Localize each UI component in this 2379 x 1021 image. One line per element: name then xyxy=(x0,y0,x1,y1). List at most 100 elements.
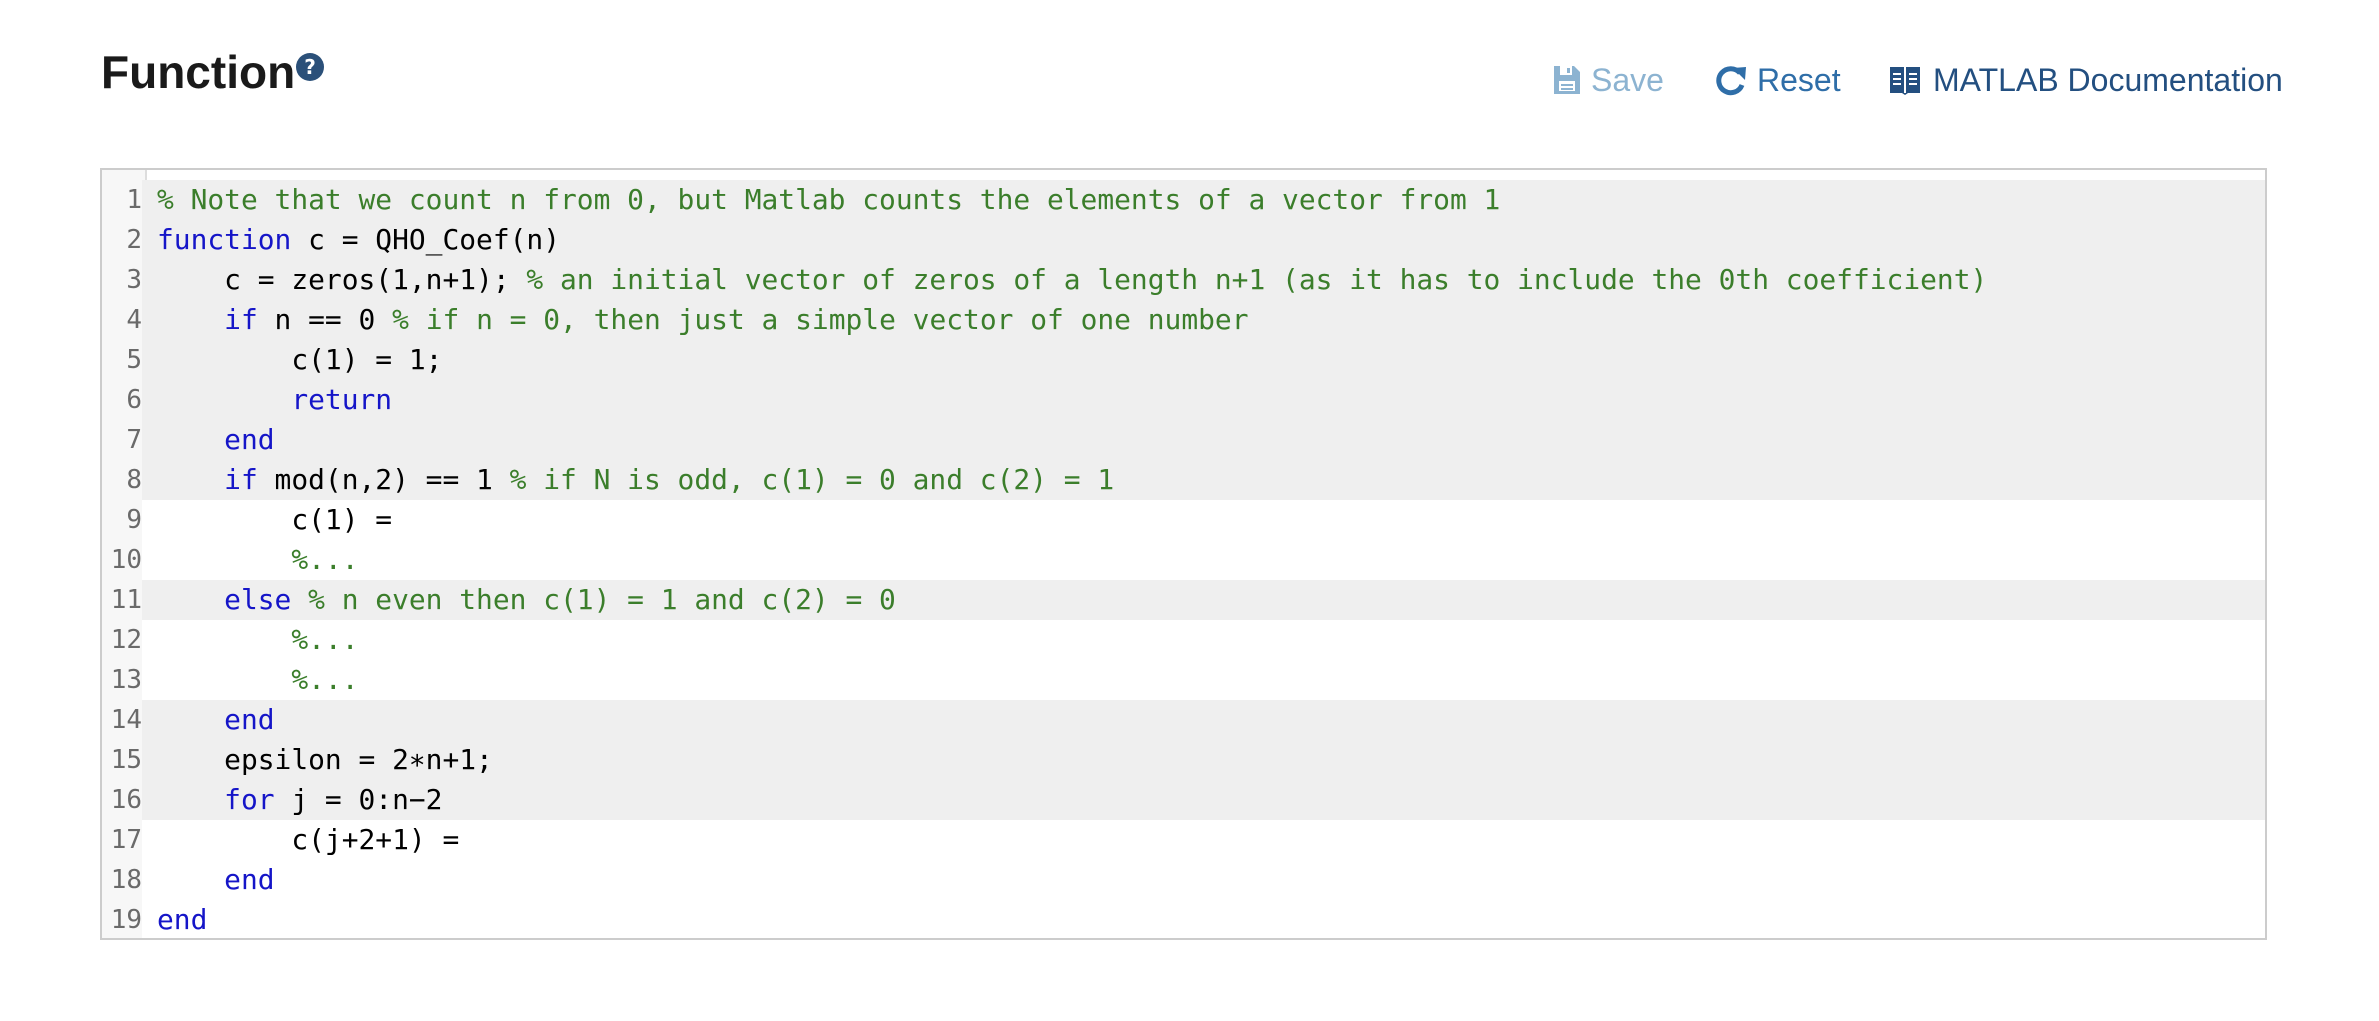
code-line-locked: 11 else % n even then c(1) = 1 and c(2) … xyxy=(102,580,2265,620)
line-number: 12 xyxy=(102,620,142,660)
code-token: n == 0 xyxy=(257,303,393,336)
code-line-locked: 2 function c = QHO_Coef(n) xyxy=(102,220,2265,260)
line-number: 6 xyxy=(102,380,142,420)
line-code[interactable]: c(j+2+1) = xyxy=(157,820,476,860)
code-line-editable[interactable]: 18 end xyxy=(102,860,2265,900)
keyword-token: return xyxy=(291,383,393,416)
save-label: Save xyxy=(1591,61,1664,98)
line-code: function c = QHO_Coef(n) xyxy=(157,220,560,260)
line-number: 3 xyxy=(102,260,142,300)
line-code: for j = 0:n−2 xyxy=(157,780,442,820)
code-token: mod(n,2) == 1 xyxy=(257,463,510,496)
line-number: 1 xyxy=(102,180,142,220)
keyword-token: end xyxy=(224,423,275,456)
code-line-locked: 7 end xyxy=(102,420,2265,460)
code-line-locked: 14 end xyxy=(102,700,2265,740)
reset-button[interactable]: Reset xyxy=(1716,58,1841,102)
line-number: 17 xyxy=(102,820,142,860)
code-line-locked: 8 if mod(n,2) == 1 % if N is odd, c(1) =… xyxy=(102,460,2265,500)
floppy-disk-icon xyxy=(1554,66,1580,94)
line-number: 16 xyxy=(102,780,142,820)
line-number: 2 xyxy=(102,220,142,260)
refresh-icon xyxy=(1716,66,1746,96)
line-code: return xyxy=(157,380,392,420)
line-code[interactable]: end xyxy=(157,860,275,900)
code-token: c(1) = xyxy=(157,503,409,536)
comment-token: %... xyxy=(291,623,359,656)
line-code: epsilon = 2∗n+1; xyxy=(157,740,493,780)
line-number: 14 xyxy=(102,700,142,740)
line-number: 7 xyxy=(102,420,142,460)
comment-token: % an initial vector of zeros of a length… xyxy=(526,263,1988,296)
line-code[interactable]: %... xyxy=(157,660,359,700)
line-code: if n == 0 % if n = 0, then just a simple… xyxy=(157,300,1248,340)
code-token: c = zeros(1,n+1); xyxy=(157,263,527,296)
line-code[interactable]: end xyxy=(157,900,208,938)
book-icon xyxy=(1890,67,1920,95)
keyword-token: for xyxy=(224,783,275,816)
documentation-label: MATLAB Documentation xyxy=(1933,61,2283,98)
code-line-editable[interactable]: 12 %... xyxy=(102,620,2265,660)
code-editor[interactable]: 1 % Note that we count n from 0, but Matl… xyxy=(100,168,2267,940)
code-line-locked: 16 for j = 0:n−2 xyxy=(102,780,2265,820)
keyword-token: end xyxy=(157,903,208,936)
code-line-editable[interactable]: 19 end xyxy=(102,900,2265,938)
line-number: 8 xyxy=(102,460,142,500)
code-token: epsilon = 2∗n+1; xyxy=(157,743,493,776)
code-lines: 1 % Note that we count n from 0, but Matl… xyxy=(102,180,2265,938)
keyword-token: if xyxy=(224,303,258,336)
comment-token: % n even then c(1) = 1 and c(2) = 0 xyxy=(308,583,896,616)
code-token: c = QHO_Coef(n) xyxy=(291,223,561,256)
keyword-token: else xyxy=(224,583,292,616)
keyword-token: function xyxy=(157,223,292,256)
line-number: 19 xyxy=(102,900,142,938)
line-code: end xyxy=(157,420,275,460)
line-code: end xyxy=(157,700,274,740)
line-number: 11 xyxy=(102,580,142,620)
code-line-locked: 1 % Note that we count n from 0, but Matl… xyxy=(102,180,2265,220)
code-token: c(1) = 1; xyxy=(157,343,443,376)
comment-token: %... xyxy=(291,663,359,696)
comment-token: % if N is odd, c(1) = 0 and c(2) = 1 xyxy=(509,463,1115,496)
keyword-token: if xyxy=(224,463,258,496)
line-code[interactable]: %... xyxy=(157,540,359,580)
code-line-editable[interactable]: 13 %... xyxy=(102,660,2265,700)
comment-token: % if n = 0, then just a simple vector of… xyxy=(392,303,1249,336)
matlab-documentation-link[interactable]: MATLAB Documentation xyxy=(1889,58,2283,102)
line-code: c = zeros(1,n+1); % an initial vector of… xyxy=(157,260,1987,300)
line-code: c(1) = 1; xyxy=(157,340,442,380)
question-circle-icon[interactable]: ? xyxy=(296,53,324,81)
code-line-editable[interactable]: 10 %... xyxy=(102,540,2265,580)
line-number: 18 xyxy=(102,860,142,900)
line-number: 15 xyxy=(102,740,142,780)
line-number: 4 xyxy=(102,300,142,340)
keyword-token: end xyxy=(224,863,275,896)
line-code: else % n even then c(1) = 1 and c(2) = 0 xyxy=(157,580,896,620)
line-code[interactable]: c(1) = xyxy=(157,500,409,540)
comment-token: %... xyxy=(291,543,359,576)
line-number: 5 xyxy=(102,340,142,380)
line-code: % Note that we count n from 0, but Matla… xyxy=(157,180,1500,220)
code-line-locked: 6 return xyxy=(102,380,2265,420)
line-number: 10 xyxy=(102,540,142,580)
save-button[interactable]: Save xyxy=(1552,58,1664,102)
code-line-locked: 3 c = zeros(1,n+1); % an initial vector … xyxy=(102,260,2265,300)
code-line-editable[interactable]: 17 c(j+2+1) = xyxy=(102,820,2265,860)
code-token: c(j+2+1) = xyxy=(157,823,477,856)
code-line-locked: 15 epsilon = 2∗n+1; xyxy=(102,740,2265,780)
code-token: j = 0:n−2 xyxy=(274,783,443,816)
code-line-editable[interactable]: 9 c(1) = xyxy=(102,500,2265,540)
line-code[interactable]: %... xyxy=(157,620,359,660)
line-number: 9 xyxy=(102,500,142,540)
comment-token: % Note that we count n from 0, but Matla… xyxy=(157,183,1501,216)
